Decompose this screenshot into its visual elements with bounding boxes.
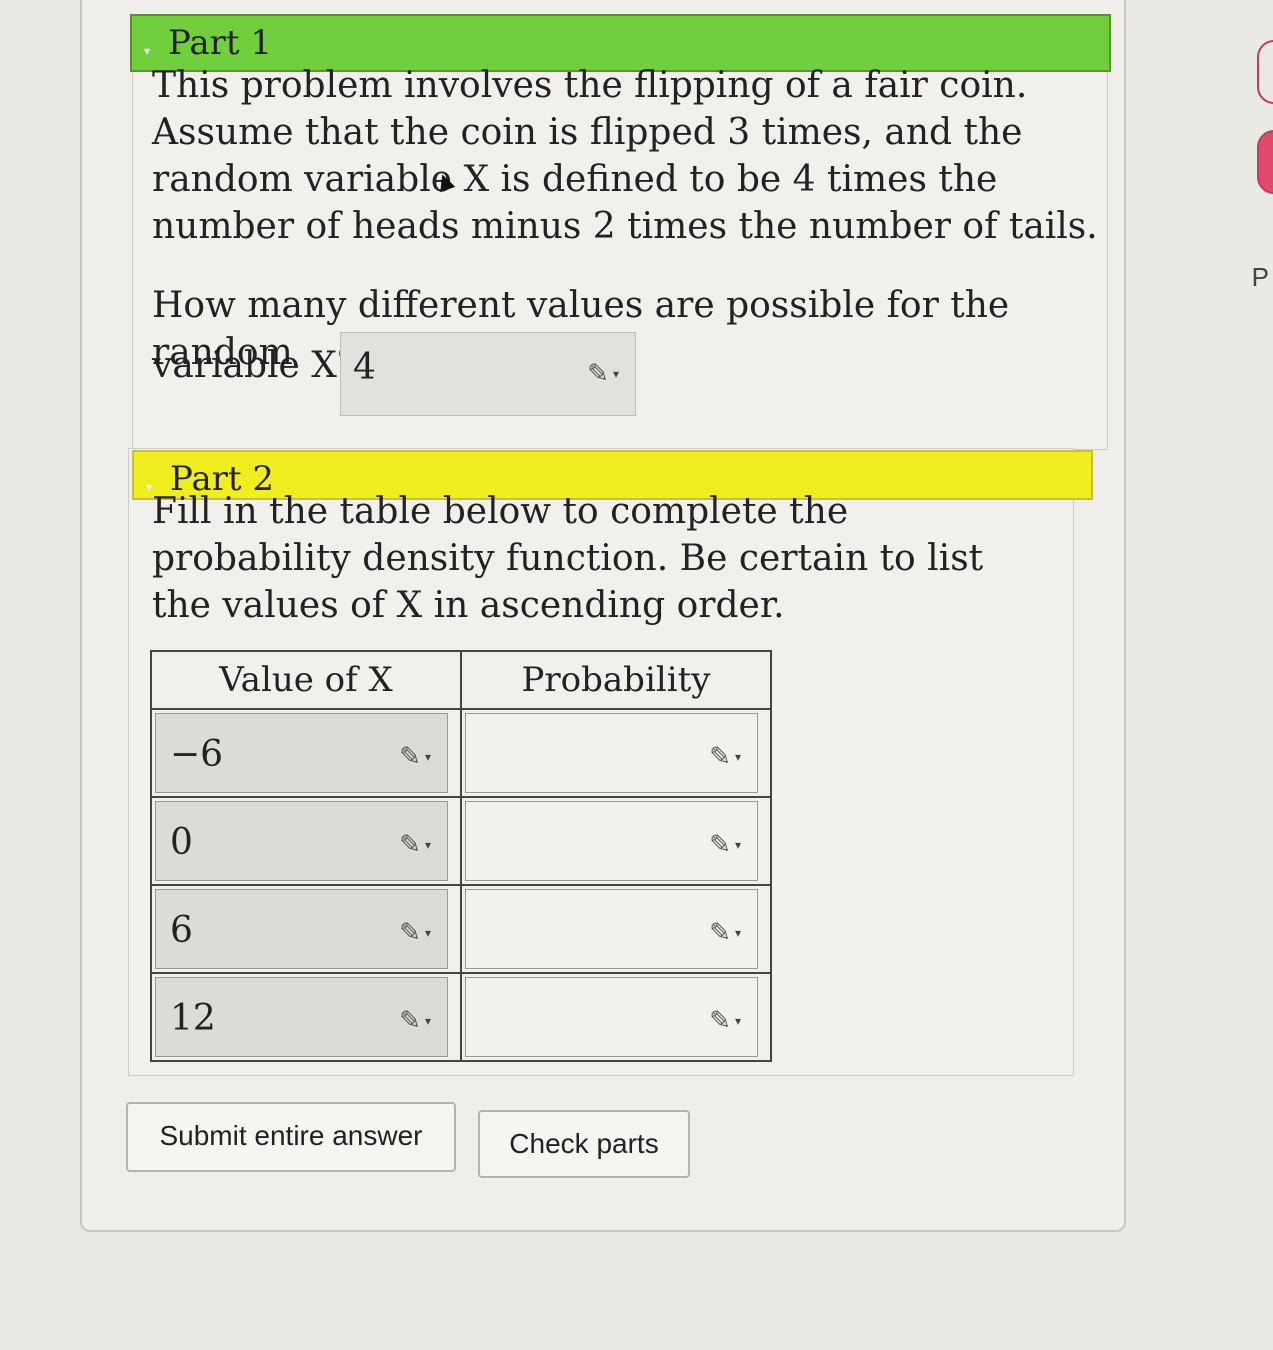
dropdown-caret-icon[interactable]: ▾ [425, 1006, 431, 1036]
value-input-cell[interactable]: 6 ✎ ▾ [155, 889, 448, 969]
pencil-icon[interactable]: ✎ ▾ [395, 742, 431, 772]
column-header-probability: Probability [460, 650, 772, 710]
dropdown-caret-icon[interactable]: ▾ [735, 1006, 741, 1036]
edge-label: P [1251, 262, 1269, 292]
check-parts-button[interactable]: Check parts [478, 1110, 690, 1178]
collapse-caret-icon[interactable]: ▾ [144, 34, 150, 68]
dropdown-caret-icon[interactable]: ▾ [425, 742, 431, 772]
pencil-icon[interactable]: ✎ ▾ [705, 830, 741, 860]
part2-instructions-text: Fill in the table below to complete the … [152, 491, 984, 626]
table-row: 6 ✎ ▾ ✎ ▾ [150, 884, 772, 974]
probability-input-cell[interactable]: ✎ ▾ [465, 713, 758, 793]
side-tab-indicator[interactable] [1257, 40, 1273, 104]
pencil-icon[interactable]: ✎ ▾ [705, 918, 741, 948]
value-input-cell[interactable]: −6 ✎ ▾ [155, 713, 448, 793]
value-input: 6 [170, 910, 193, 951]
pencil-icon[interactable]: ✎ ▾ [705, 742, 741, 772]
part1-problem-text: This problem involves the flipping of a … [152, 65, 1098, 247]
table-row: 0 ✎ ▾ ✎ ▾ [150, 796, 772, 886]
dropdown-caret-icon[interactable]: ▾ [425, 830, 431, 860]
table-row: 12 ✎ ▾ ✎ ▾ [150, 972, 772, 1062]
dropdown-caret-icon[interactable]: ▾ [735, 830, 741, 860]
submit-entire-answer-button[interactable]: Submit entire answer [126, 1102, 456, 1172]
pencil-icon[interactable]: ✎ ▾ [705, 1006, 741, 1036]
part1-header-label: Part 1 [168, 23, 272, 63]
value-input: −6 [170, 734, 224, 775]
value-input-cell[interactable]: 12 ✎ ▾ [155, 977, 448, 1057]
dropdown-caret-icon[interactable]: ▾ [613, 359, 619, 389]
pencil-icon[interactable]: ✎ ▾ [583, 359, 619, 389]
pdf-table: Value of X Probability −6 ✎ ▾ ✎ ▾ 0 ✎ ▾ ✎ ▾ 6 ✎… [150, 650, 772, 1062]
value-input: 12 [170, 998, 216, 1039]
column-header-value: Value of X [150, 650, 462, 710]
probability-input-cell[interactable]: ✎ ▾ [465, 889, 758, 969]
pencil-icon[interactable]: ✎ ▾ [395, 918, 431, 948]
value-input: 0 [170, 822, 193, 863]
value-input-cell[interactable]: 0 ✎ ▾ [155, 801, 448, 881]
dropdown-caret-icon[interactable]: ▾ [735, 918, 741, 948]
part1-question-line2: variable X? [152, 345, 357, 386]
pencil-icon[interactable]: ✎ ▾ [395, 1006, 431, 1036]
num-values-answer-value: 4 [353, 347, 376, 388]
probability-input-cell[interactable]: ✎ ▾ [465, 801, 758, 881]
probability-input-cell[interactable]: ✎ ▾ [465, 977, 758, 1057]
dropdown-caret-icon[interactable]: ▾ [425, 918, 431, 948]
dropdown-caret-icon[interactable]: ▾ [735, 742, 741, 772]
pencil-icon[interactable]: ✎ ▾ [395, 830, 431, 860]
table-row: −6 ✎ ▾ ✎ ▾ [150, 708, 772, 798]
side-tab-indicator[interactable] [1257, 130, 1273, 194]
num-values-answer-field[interactable]: 4 ✎ ▾ [340, 332, 636, 416]
